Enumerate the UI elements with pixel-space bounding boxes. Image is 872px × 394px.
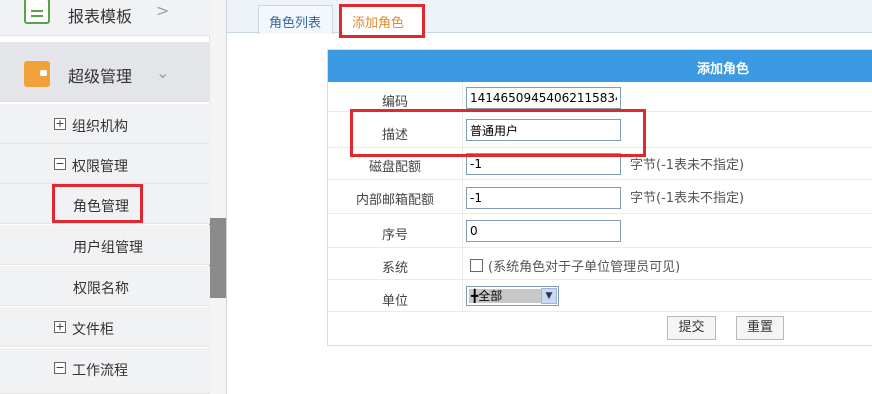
sidebar-item-super-admin[interactable]: 超级管理 ⌄: [0, 42, 210, 102]
sidebar-scrollbar-track[interactable]: [209, 0, 226, 394]
form-title: 添加角色: [697, 62, 750, 77]
sidebar-item-label: 权限名称: [73, 281, 129, 297]
sidebar-scrollbar-thumb[interactable]: [209, 218, 226, 298]
expand-icon[interactable]: +: [54, 321, 66, 333]
disk-quota-label: 磁盘配额: [368, 160, 421, 175]
order-input[interactable]: [466, 220, 621, 242]
sidebar: 报表模板 > 超级管理 ⌄ + 组织机构 − 权限管理 角色管理 用户组管理 权…: [0, 0, 226, 394]
code-input[interactable]: [466, 87, 621, 109]
sidebar-item-organization[interactable]: + 组织机构: [0, 104, 210, 144]
mail-quota-label: 内部邮箱配额: [355, 193, 434, 208]
sidebar-item-label: 组织机构: [72, 119, 128, 135]
tab-bar: 角色列表 添加角色: [227, 0, 872, 38]
chevron-down-icon[interactable]: ▼: [541, 288, 557, 304]
sidebar-item-permission-management[interactable]: − 权限管理: [0, 144, 210, 184]
collapse-icon[interactable]: −: [54, 362, 66, 374]
system-label: 系统: [381, 261, 408, 276]
highlight-outline-add-role-tab: [339, 4, 425, 38]
tab-role-list[interactable]: 角色列表: [258, 5, 333, 34]
form-header: 添加角色: [328, 50, 872, 82]
system-checkbox[interactable]: [470, 259, 483, 272]
main-content: 角色列表 添加角色 添加角色 编码 描述 磁盘配额 字节(-1表未不指定) 内部…: [226, 0, 872, 394]
mail-quota-input[interactable]: [466, 187, 621, 209]
reset-button[interactable]: 重置: [736, 316, 784, 340]
code-label: 编码: [381, 95, 408, 110]
report-template-icon: [24, 0, 50, 24]
wallet-icon: [24, 61, 50, 87]
form-row-mail-quota: 内部邮箱配额 字节(-1表未不指定): [328, 180, 872, 214]
sidebar-item-file-cabinet[interactable]: + 文件柜: [0, 307, 210, 347]
order-label: 序号: [381, 228, 408, 243]
highlight-outline-role-management: [52, 184, 143, 223]
add-role-form: 添加角色 编码 描述 磁盘配额 字节(-1表未不指定) 内部邮箱配额 字节(-1…: [327, 49, 872, 346]
form-row-unit: 单位 ╋全部 ▼: [328, 280, 872, 312]
sidebar-item-label: 用户组管理: [73, 240, 143, 256]
sidebar-item-label: 报表模板: [68, 7, 133, 26]
system-checkbox-text: (系统角色对于子单位管理员可见): [488, 260, 681, 275]
chevron-down-icon: ⌄: [156, 63, 170, 82]
sidebar-item-user-group-management[interactable]: 用户组管理: [0, 225, 210, 265]
submit-button[interactable]: 提交: [667, 316, 716, 340]
mail-quota-hint: 字节(-1表未不指定): [630, 191, 745, 206]
unit-select-value: ╋全部: [469, 289, 541, 303]
sidebar-item-report-template[interactable]: 报表模板 >: [0, 0, 210, 36]
form-row-code: 编码: [328, 82, 872, 112]
sidebar-item-label: 工作流程: [72, 363, 128, 379]
disk-quota-hint: 字节(-1表未不指定): [630, 158, 745, 173]
sidebar-item-label: 文件柜: [72, 322, 114, 338]
expand-icon[interactable]: +: [54, 118, 66, 130]
sidebar-item-label: 权限管理: [72, 159, 128, 175]
sidebar-item-workflow[interactable]: − 工作流程: [0, 348, 210, 394]
form-row-system: 系统 (系统角色对于子单位管理员可见): [328, 248, 872, 280]
form-row-order: 序号: [328, 214, 872, 248]
unit-label: 单位: [381, 294, 408, 309]
collapse-icon[interactable]: −: [54, 158, 66, 170]
chevron-right-icon: >: [156, 1, 170, 20]
unit-select[interactable]: ╋全部 ▼: [466, 286, 559, 306]
sidebar-item-permission-names[interactable]: 权限名称: [0, 266, 210, 306]
highlight-outline-description: [350, 109, 646, 157]
sidebar-item-label: 超级管理: [68, 67, 133, 86]
